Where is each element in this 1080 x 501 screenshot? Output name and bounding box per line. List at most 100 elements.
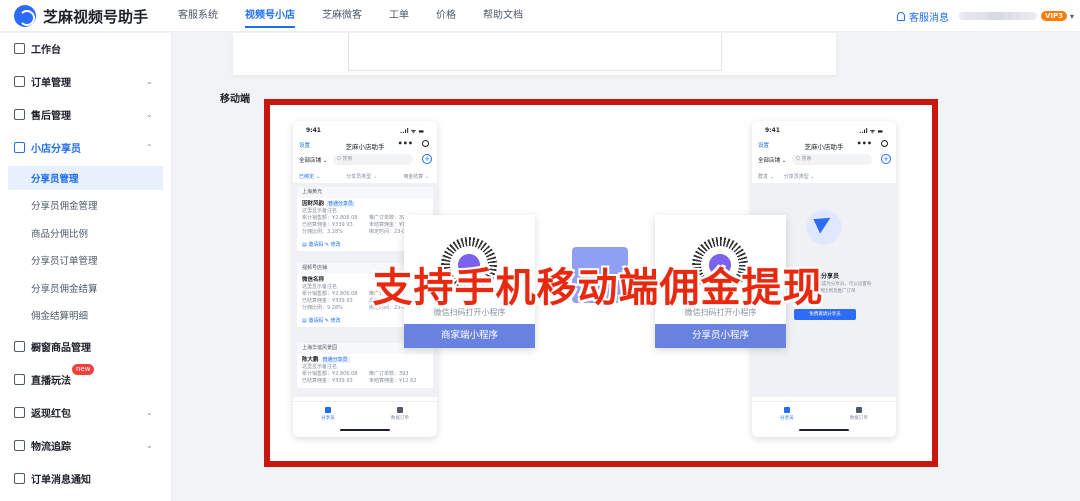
add-icon: + [881, 154, 891, 164]
nav-label: 分享员 [780, 415, 794, 421]
subitem-label: 分享员管理 [31, 174, 79, 185]
stat-text: 绑定时间：23-02 [369, 229, 409, 235]
sidebar-item-label: 订单消息通知 [31, 474, 91, 486]
chevron-up-icon: ⌃ [146, 142, 153, 152]
sidebar-item-label: 橱窗商品管理 [31, 342, 91, 354]
sidebar-item-sharers[interactable]: 小店分享员 ⌃ [0, 134, 172, 160]
sidebar-subitem-commission-settlement[interactable]: 分享员佣金结算 [8, 276, 163, 300]
phone-bottom-nav: 分享员 数据订单 [752, 401, 896, 425]
vip-badge: VIP3 [1040, 11, 1067, 21]
sidebar-item-orders[interactable]: 订单管理 ⌄ [0, 68, 172, 94]
home-indicator [799, 429, 849, 431]
stat-text: 已结算佣金：¥339.93 [302, 378, 353, 384]
notice-icon [14, 472, 25, 484]
user-name-blurred[interactable] [958, 12, 1037, 20]
add-icon: + [422, 154, 432, 164]
sidebar-subitem-commission-ratio[interactable]: 商品分佣比例 [8, 221, 163, 245]
chevron-down-icon: ⌄ [146, 407, 153, 417]
sidebar-item-logistics[interactable]: 物流追踪 ⌄ [0, 432, 172, 458]
sharer-name: 陈大鹏 [302, 357, 319, 363]
store-filter: 全部店铺 ⌄ [299, 158, 328, 164]
new-badge: new [72, 364, 95, 375]
status-time: 9:41 [306, 127, 321, 134]
sharer-miniprogram-button[interactable]: 分享员小程序 [655, 324, 786, 348]
sidebar-item-order-notifications[interactable]: 订单消息通知 [0, 465, 172, 491]
sidebar-item-window-products[interactable]: 橱窗商品管理 [0, 333, 172, 359]
sidebar-subitem-settlement-details[interactable]: 佣金结算明细 [8, 303, 163, 327]
sidebar-item-label: 小店分享员 [31, 143, 81, 155]
refund-icon [14, 108, 25, 120]
sidebar-subitem-sharer-commission[interactable]: 分享员佣金管理 [8, 193, 163, 217]
sidebar-item-after-sales[interactable]: 售后管理 ⌄ [0, 101, 172, 127]
sidebar-item-label: 直播玩法 [31, 375, 71, 387]
orders-icon [396, 406, 403, 413]
phone-title: 芝麻小店助手 [345, 143, 385, 151]
chevron-down-icon: ⌄ [146, 76, 153, 86]
redpacket-icon [14, 406, 25, 418]
subitem-label: 商品分佣比例 [31, 229, 89, 240]
chevron-down-icon[interactable]: ▾ [1070, 12, 1074, 21]
merchant-miniprogram-button[interactable]: 商家端小程序 [404, 324, 535, 348]
home-indicator [340, 429, 390, 431]
tab-bound: 已绑定 ⌄ [299, 174, 320, 180]
store-filter: 全部店铺 ⌄ [758, 158, 787, 164]
nav-tickets[interactable]: 工单 [389, 0, 409, 32]
nav-video-shop[interactable]: 视频号小店 [245, 0, 295, 32]
sidebar-item-cashback[interactable]: 返现红包 ⌄ [0, 399, 172, 425]
top-bar: 芝麻视频号助手 客服系统 视频号小店 芝麻微客 工单 价格 帮助文档 客服消息 … [0, 0, 1080, 32]
nav-data-orders: 数据订单 [391, 406, 409, 421]
sidebar: 工作台 订单管理 ⌄ 售后管理 ⌄ 小店分享员 ⌃ 分享员管理 分享员佣金管理 … [0, 33, 172, 501]
sidebar-subitem-sharer-orders[interactable]: 分享员订单管理 [8, 248, 163, 272]
tab-broadcast: 群发 ⌄ [758, 174, 774, 180]
logo-icon [14, 5, 36, 27]
nav-zhima-weike[interactable]: 芝麻微客 [322, 0, 362, 32]
phone-title: 芝麻小店助手 [804, 143, 844, 151]
more-icon: ••• [856, 139, 872, 148]
sidebar-item-live-play[interactable]: 直播玩法 new [0, 364, 172, 392]
phone-bottom-nav: 分享员 数据订单 [293, 401, 437, 425]
nav-label: 分享员 [321, 415, 335, 421]
nav-data-orders: 数据订单 [849, 406, 868, 421]
sidebar-subitem-sharer-management[interactable]: 分享员管理 [8, 166, 163, 190]
target-icon [881, 140, 888, 147]
top-right-area: 客服消息 VIP3 ▾ [896, 0, 1074, 32]
sidebar-item-label: 返现红包 [31, 408, 71, 420]
sharer-tag: 普通分享员 [320, 357, 350, 363]
people-icon [14, 141, 25, 153]
nav-customer-service[interactable]: 客服系统 [178, 0, 218, 32]
signal-icon: ..ıl ᯤ ▬ [400, 128, 424, 135]
status-bar: 9:41 ..ıl ᯤ ▬ [752, 127, 896, 135]
nav-help-docs[interactable]: 帮助文档 [483, 0, 523, 32]
tab-commission: 佣金结算 ⌄ [403, 174, 429, 180]
main-content: 移动端 9:41 ..ıl ᯤ ▬ 设置 芝麻小店助手 ••• 全部店铺 ⌄ Q… [172, 33, 1080, 501]
list-item: 上海华谊风景园 陈大鹏 普通分享员 这里显示备注名 累计销售额：¥2,806.08… [297, 343, 433, 388]
target-icon [422, 140, 429, 147]
tab-sharer-type: 分享员类型 ⌄ [783, 174, 815, 180]
stat-text: 未结算佣金：¥12.62 [369, 378, 417, 384]
monitor-icon [14, 42, 25, 54]
clipboard-icon [14, 75, 25, 87]
chevron-down-icon: ⌄ [146, 109, 153, 119]
sidebar-item-workbench[interactable]: 工作台 [0, 35, 172, 61]
store-name: 上海黄光 [297, 187, 433, 198]
stat-text: 累计销售额：¥2,806.08 [302, 215, 358, 221]
nav-label: 数据订单 [849, 415, 868, 421]
service-messages-link[interactable]: 客服消息 [909, 9, 949, 24]
nav-pricing[interactable]: 价格 [436, 0, 456, 32]
sidebar-item-label: 订单管理 [31, 77, 71, 89]
play-icon [14, 373, 25, 385]
search-input: Q 搜索 [792, 154, 872, 165]
app-logo[interactable]: 芝麻视频号助手 [14, 5, 148, 27]
paper-plane-icon [802, 205, 846, 245]
chevron-down-icon: ⌄ [146, 440, 153, 450]
nav-sharers: 分享员 [321, 406, 335, 421]
stat-text: 推广订单数：393 [369, 371, 409, 377]
sharer-remark: 这里显示备注名 [302, 364, 338, 370]
stat-text: 分佣比例：3.28% [302, 229, 343, 235]
signal-icon: ..ıl ᯤ ▬ [859, 128, 883, 135]
subitem-label: 分享员订单管理 [31, 256, 98, 267]
top-nav: 客服系统 视频号小店 芝麻微客 工单 价格 帮助文档 [178, 0, 550, 32]
sidebar-item-label: 售后管理 [31, 110, 71, 122]
sharer-remark: 这里显示备注名 [302, 284, 338, 290]
mobile-preview-frame: 9:41 ..ıl ᯤ ▬ 设置 芝麻小店助手 ••• 全部店铺 ⌄ Q 搜索 … [264, 99, 938, 467]
